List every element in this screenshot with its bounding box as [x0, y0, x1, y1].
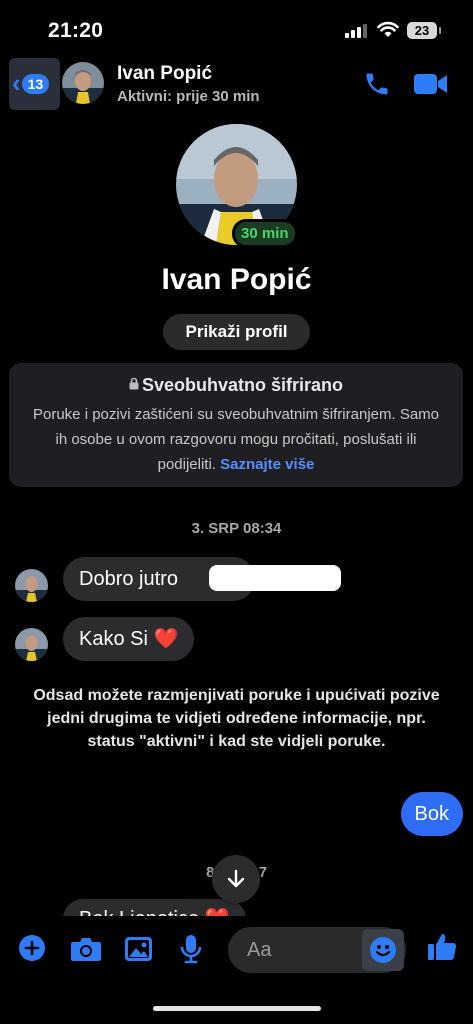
redacted-text-block: [209, 565, 341, 591]
chevron-left-icon: ‹: [12, 68, 21, 98]
contact-active-status: Aktivni: prije 30 min: [117, 88, 260, 105]
unread-count-badge: 13: [21, 74, 50, 94]
status-bar: 21:20 23: [0, 0, 473, 56]
encryption-title-text: Sveobuhvatno šifrirano: [141, 375, 344, 395]
active-time-label: 30 min: [235, 222, 295, 245]
video-call-icon[interactable]: [413, 71, 449, 97]
smiley-icon: [370, 937, 396, 963]
active-time-badge: 30 min: [232, 219, 298, 248]
heart-emoji-icon: ❤️: [153, 628, 179, 650]
plus-icon[interactable]: [18, 934, 46, 962]
microphone-icon[interactable]: [180, 934, 202, 964]
back-button[interactable]: ‹ 13: [9, 58, 60, 110]
sender-avatar[interactable]: [15, 628, 48, 661]
encryption-notice-card: Sveobuhvatno šifrirano Poruke i pozivi z…: [9, 363, 463, 487]
camera-icon[interactable]: [70, 936, 102, 962]
home-indicator: [153, 1006, 321, 1011]
battery-icon: 23: [407, 22, 441, 39]
profile-name: Ivan Popić: [161, 263, 312, 296]
message-composer: Aa: [0, 916, 473, 1024]
gallery-icon[interactable]: [124, 936, 153, 962]
message-text: Bok: [414, 803, 449, 825]
message-input-placeholder: Aa: [247, 939, 272, 961]
lock-icon: [129, 377, 139, 390]
message-text: Kako Si: [79, 628, 148, 650]
contact-name[interactable]: Ivan Popić: [117, 63, 212, 85]
sender-avatar[interactable]: [15, 569, 48, 602]
connection-notice: Odsad možete razmjenjivati poruke i upuć…: [33, 687, 440, 750]
encryption-title: Sveobuhvatno šifrirano: [9, 375, 463, 396]
thumbs-up-icon[interactable]: [427, 932, 457, 962]
scroll-to-bottom-button[interactable]: [212, 855, 260, 903]
arrow-down-icon: [227, 869, 245, 888]
header-avatar[interactable]: [62, 62, 104, 104]
phone-icon[interactable]: [363, 70, 391, 98]
cellular-signal-icon: [345, 24, 367, 38]
view-profile-button[interactable]: Prikaži profil: [163, 314, 310, 350]
status-time: 21:20: [48, 19, 104, 42]
message-text: Dobro jutro: [79, 568, 178, 590]
message-bubble-incoming[interactable]: Kako Si ❤️: [63, 617, 195, 661]
message-bubble-outgoing[interactable]: Bok: [400, 792, 463, 836]
emoji-button[interactable]: [362, 929, 404, 971]
wifi-icon: [377, 21, 399, 37]
thread-timestamp: 3. SRP 08:34: [191, 520, 282, 537]
encryption-body: Poruke i pozivi zaštićeni su sveobuhvatn…: [33, 402, 439, 477]
learn-more-link[interactable]: Saznajte više: [220, 456, 314, 473]
message-input[interactable]: Aa: [228, 927, 406, 973]
